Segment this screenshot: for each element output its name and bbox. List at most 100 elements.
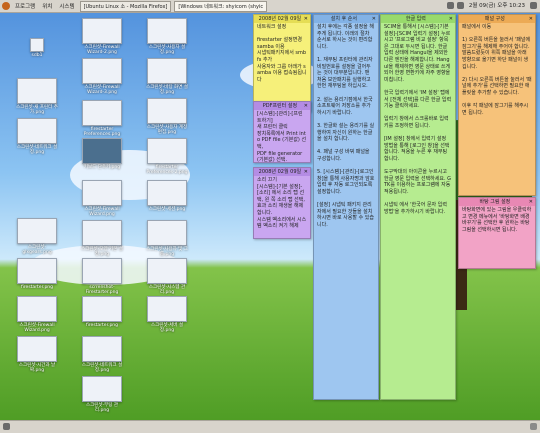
close-icon[interactable]: ✕ — [449, 16, 453, 23]
file-thumbnail-icon — [147, 18, 187, 44]
file-thumbnail-icon — [147, 220, 187, 246]
desktop-file-icon[interactable]: 스크린샷-부팅 관리.png — [80, 376, 124, 413]
file-thumbnail-icon — [17, 258, 57, 284]
desktop-file-icon[interactable]: scrrenshot-Firestarter.png — [80, 258, 124, 295]
sticky-note[interactable]: 2008년 02월 09일 ✕ 소리 끄기 [시스템]-[기본 설정]-[소리] … — [253, 167, 311, 239]
desktop-file-icon[interactable]: 스크린샷-새 프린터 추가.png — [15, 78, 59, 115]
desktop-file-icon[interactable]: 스크린샷-Firewall Wizard-3.png — [80, 58, 124, 95]
desktop-file-icon[interactable]: 스크린샷-Firewall Wizard.png — [15, 296, 59, 333]
file-label: 스크린샷-사용자 계정 편집.png — [146, 125, 188, 136]
desktop-file-icon[interactable]: 스크린샷-시간과 날짜.png — [15, 336, 59, 373]
note-body[interactable]: 소리 끄기 [시스템]-[기본 설정]-[소리] 에서 소리 탭 선택, 왼 쪽… — [254, 176, 310, 231]
sticky-note[interactable]: PDF프린터 설정 ✕ [시스템]-[관리]-[프린트하기] 새 프린터 클릭 장… — [253, 101, 311, 163]
file-label: 스크린샷-Firewall Wizard.png — [19, 323, 55, 334]
desktop-file-icon[interactable]: 스크린샷-시스템 관리.png — [145, 258, 189, 295]
file-thumbnail-icon — [82, 336, 122, 362]
note-header[interactable]: 한글 입력 ✕ — [381, 15, 455, 23]
file-thumbnail-icon — [82, 138, 122, 164]
file-label: sdb1 — [31, 53, 43, 58]
note-title: 설치 후 순서 — [330, 15, 357, 22]
trash-icon[interactable] — [530, 423, 537, 430]
ubuntu-logo-icon[interactable] — [2, 2, 10, 10]
desktop-file-icon[interactable]: 스크린샷-모양 기본 설정.png — [80, 220, 124, 257]
sticky-note[interactable]: 2008년 02월 09일 ✕ 네트워크 설정 firestarter 설정변경 … — [253, 14, 311, 112]
desktop-file-icon[interactable]: 스크린샷-세션.png — [145, 180, 189, 212]
desktop-file-icon[interactable]: 스크린샷-네트워크 설정.png — [15, 118, 59, 155]
sticky-note[interactable]: 바탕 그림 설정 ✕ 바탕화면에 있는 그림을 우클릭하고 변경 메뉴에서 '바탕… — [458, 197, 536, 269]
task-network-window[interactable]: [Windows 네트워크: shyicom (shyic — [174, 0, 268, 12]
desktop-file-icon[interactable]: firestarter.png — [80, 296, 124, 328]
note-header[interactable]: PDF프린터 설정 ✕ — [254, 102, 310, 110]
file-label: firestarter Preferences.png — [83, 127, 121, 138]
system-tray: 2월 09(금) 오후 10:23 — [446, 1, 537, 9]
file-thumbnail-icon — [147, 258, 187, 284]
file-thumbnail-icon — [147, 98, 187, 124]
file-thumbnail-icon — [82, 58, 122, 84]
close-icon[interactable]: ✕ — [372, 16, 376, 23]
note-title: 2008년 02월 09일 — [258, 15, 302, 22]
desktop-file-icon[interactable]: 스크린샷-네트워크 설정.png — [80, 336, 124, 373]
note-body[interactable]: 패널에서 이동 1) 오른쪽 버튼을 눌러서 '패널에 잠그기'를 해제해 주어… — [459, 23, 535, 117]
desktop-file-icon[interactable]: firestarter.png — [15, 258, 59, 290]
file-thumbnail-icon — [17, 296, 57, 322]
desktop-file-icon[interactable]: 스크린샷-Firewall Wizard.png — [80, 180, 124, 217]
desktop-file-icon[interactable]: 스크린샷-서버 설정.png — [145, 296, 189, 333]
file-thumbnail-icon — [82, 18, 122, 44]
bottom-panel — [0, 420, 540, 433]
power-icon[interactable] — [530, 1, 537, 9]
file-label: 스크린샷-사용자 및 그룹.png — [146, 247, 188, 258]
menu-applications[interactable]: 프로그램 — [13, 2, 37, 10]
close-icon[interactable]: ✕ — [304, 103, 308, 110]
close-icon[interactable]: ✕ — [304, 169, 308, 176]
desktop-file-icon[interactable]: 스크린샷-사용자 계정 편집.png — [145, 98, 189, 135]
file-thumbnail-icon — [147, 296, 187, 322]
file-label: firestarter.png — [85, 323, 119, 328]
desktop-file-icon[interactable]: 스크린샷-Firewall Wizard-2.png — [80, 18, 124, 55]
note-header[interactable]: 2008년 02월 09일 ✕ — [254, 15, 310, 23]
note-body[interactable]: [시스템]-[관리]-[프린트하기] 새 프린터 클릭 장치목록에서 Print… — [254, 110, 310, 162]
note-header[interactable]: 바탕 그림 설정 ✕ — [459, 198, 535, 206]
top-panel: 프로그램 위치 시스템 [Ubuntu Linux 소 - Mozilla Fi… — [0, 0, 540, 13]
file-thumbnail-icon — [82, 180, 122, 206]
file-thumbnail-icon — [17, 78, 57, 104]
desktop-file-icon[interactable]: 스크린샷-바탕 화면 설정.png — [145, 58, 189, 95]
file-thumbnail-icon — [82, 376, 122, 402]
note-header[interactable]: 2008년 02월 09일 ✕ — [254, 168, 310, 176]
close-icon[interactable]: ✕ — [529, 16, 533, 23]
show-desktop-icon[interactable] — [3, 423, 10, 430]
sticky-note[interactable]: 한글 입력 ✕ SCIM을 통해서 [시스템]-[기본 설정]-[SCIM 입력기… — [380, 14, 456, 400]
note-body[interactable]: 바탕화면에 있는 그림을 우클릭하고 변경 메뉴에서 '바탕화면 배경 바꾸기'… — [459, 206, 535, 234]
file-label: 스크린샷-서버 설정.png — [150, 323, 184, 334]
clock[interactable]: 2월 09(금) 오후 10:23 — [467, 1, 527, 9]
note-title: 2008년 02월 09일 — [258, 168, 302, 175]
file-thumbnail-icon — [82, 100, 122, 126]
desktop-file-icon[interactable]: 스크린샷-사용자 설정.png — [145, 18, 189, 55]
desktop-file-icon[interactable]: firestarter Preferences-2.png — [145, 138, 189, 175]
menu-places[interactable]: 위치 — [40, 2, 54, 10]
note-body[interactable]: 설치 후에는 각종 설정을 해주게 됩니다. 이래의 절차 순서로 하시는 것이… — [314, 23, 378, 229]
note-body[interactable]: 네트워크 설정 firestarter 설정변경 samba 이용 시냅틱패키지… — [254, 23, 310, 84]
desktop-file-icon[interactable]: sdb1 — [15, 38, 59, 58]
sticky-note[interactable]: 설치 후 순서 ✕ 설치 후에는 각종 설정을 해주게 됩니다. 이래의 절차 순… — [313, 14, 379, 400]
note-title: 한글 입력 — [405, 15, 426, 22]
network-icon[interactable] — [446, 1, 454, 9]
note-title: 패널 구성 — [484, 15, 505, 22]
volume-icon[interactable] — [456, 1, 464, 9]
note-header[interactable]: 설치 후 순서 ✕ — [314, 15, 378, 23]
close-icon[interactable]: ✕ — [529, 199, 533, 206]
task-firefox[interactable]: [Ubuntu Linux 소 - Mozilla Firefox] — [79, 0, 172, 12]
desktop-file-icon[interactable]: 스크린샷-glxgears.png — [15, 218, 59, 255]
file-label: 스크린샷-glxgears.png — [22, 245, 52, 256]
file-thumbnail-icon — [147, 138, 187, 164]
sticky-note[interactable]: 패널 구성 ✕ 패널에서 이동 1) 오른쪽 버튼을 눌러서 '패널에 잠그기'를… — [458, 14, 536, 196]
menu-system[interactable]: 시스템 — [57, 2, 76, 10]
file-thumbnail-icon — [17, 218, 57, 244]
note-header[interactable]: 패널 구성 ✕ — [459, 15, 535, 23]
note-body[interactable]: SCIM을 통해서 [시스템]-[기본 설정]-[SCIM 입력기 설정] 누르… — [381, 23, 455, 216]
desktop-file-icon[interactable]: 키보드 단축키.png — [80, 138, 124, 170]
file-thumbnail-icon — [17, 336, 57, 362]
close-icon[interactable]: ✕ — [304, 16, 308, 23]
desktop-file-icon[interactable]: firestarter Preferences.png — [80, 100, 124, 137]
file-label: 스크린샷-바탕 화면 설정.png — [146, 85, 188, 96]
desktop-file-icon[interactable]: 스크린샷-사용자 및 그룹.png — [145, 220, 189, 257]
